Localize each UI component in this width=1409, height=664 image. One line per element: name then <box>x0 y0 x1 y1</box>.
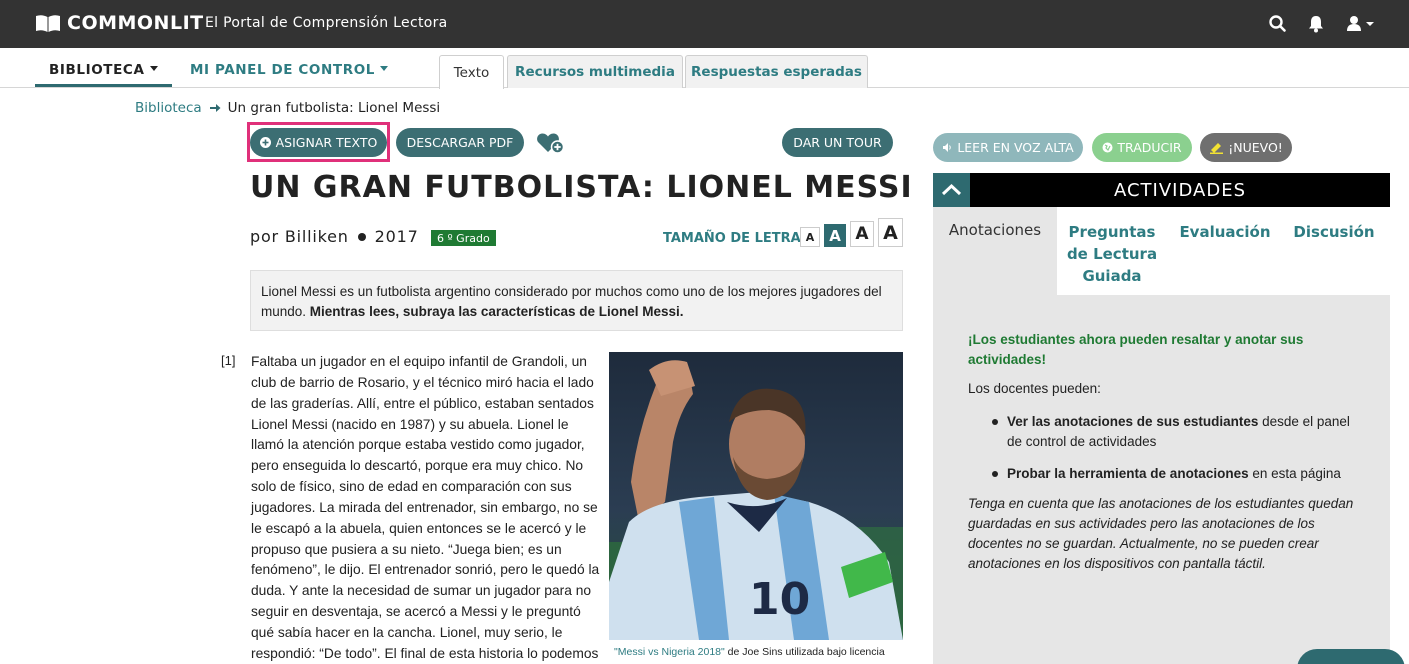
read-aloud-button[interactable]: LEER EN VOZ ALTA <box>933 133 1083 162</box>
photo-source-link[interactable]: "Messi vs Nigeria 2018" <box>614 646 725 658</box>
activities-title: ACTIVIDADES <box>1113 179 1246 201</box>
search-icon[interactable] <box>1268 14 1288 34</box>
plus-circle-icon <box>259 137 271 148</box>
list-item-bold: Probar la herramienta de anotaciones <box>1007 466 1249 481</box>
list-item-text: en esta página <box>1248 466 1341 481</box>
author-prefix: por <box>250 227 279 246</box>
translate-label: TRADUCIR <box>1117 140 1182 155</box>
download-pdf-label: DESCARGAR PDF <box>406 135 514 150</box>
nav-dashboard[interactable]: MI PANEL DE CONTROL <box>190 62 388 78</box>
nav-dashboard-label: MI PANEL DE CONTROL <box>190 62 375 78</box>
publication-year: 2017 <box>374 227 419 246</box>
commonlit-logo[interactable]: COMMONLIT <box>35 12 204 34</box>
tab-label: Recursos multimedia <box>515 64 675 80</box>
byline: por Billiken 2017 <box>250 227 419 246</box>
font-size-xlarge[interactable]: A <box>878 218 903 247</box>
collapse-toggle[interactable] <box>933 173 970 207</box>
translate-button[interactable]: TRADUCIR <box>1092 133 1192 162</box>
list-item: Probar la herramienta de anotaciones en … <box>990 464 1360 484</box>
tab-discusion[interactable]: Discusión <box>1289 221 1379 243</box>
paragraph-text[interactable]: Faltaba un jugador en el equipo infantil… <box>251 352 601 664</box>
font-size-large[interactable]: A <box>850 221 874 247</box>
arrow-right-icon <box>209 104 221 112</box>
new-feature-label: ¡NUEVO! <box>1228 140 1283 155</box>
tab-preguntas[interactable]: Preguntas de Lectura Guiada <box>1063 221 1161 287</box>
take-tour-button[interactable]: DAR UN TOUR <box>782 128 893 157</box>
messi-photo: 10 <box>609 352 903 640</box>
breadcrumb-library-link[interactable]: Biblioteca <box>135 100 202 116</box>
user-menu-icon[interactable] <box>1346 14 1376 34</box>
intro-box: Lionel Messi es un futbolista argentino … <box>250 270 903 331</box>
assign-text-button[interactable]: ASIGNAR TEXTO <box>250 128 387 157</box>
annotations-headline: ¡Los estudiantes ahora pueden resaltar y… <box>968 332 1304 367</box>
tab-label: Texto <box>453 64 490 81</box>
font-size-label: TAMAÑO DE LETRA <box>663 231 801 246</box>
bell-icon[interactable] <box>1306 14 1326 34</box>
list-item: Ver las anotaciones de sus estudiantes d… <box>990 412 1360 452</box>
new-feature-button[interactable]: ¡NUEVO! <box>1200 133 1292 162</box>
font-size-small[interactable]: A <box>800 227 820 247</box>
nav-library[interactable]: BIBLIOTECA <box>35 62 172 87</box>
tab-anotaciones[interactable]: Anotaciones <box>933 207 1057 295</box>
read-aloud-label: LEER EN VOZ ALTA <box>957 140 1074 155</box>
paragraph-number: [1] <box>221 353 236 368</box>
tab-respuestas[interactable]: Respuestas esperadas <box>685 55 868 88</box>
tab-label: Respuestas esperadas <box>691 64 862 80</box>
separator-dot <box>357 232 366 241</box>
assign-text-label: ASIGNAR TEXTO <box>275 135 378 150</box>
tab-texto[interactable]: Texto <box>439 55 504 89</box>
annotations-lead: Los docentes pueden: <box>968 381 1101 396</box>
favorite-add-icon[interactable] <box>536 131 566 155</box>
activities-tabs: Anotaciones Preguntas de Lectura Guiada … <box>933 207 1390 295</box>
tab-evaluacion[interactable]: Evaluación <box>1173 221 1277 243</box>
book-icon <box>36 15 60 32</box>
main-nav: BIBLIOTECA MI PANEL DE CONTROL Texto Rec… <box>0 48 1409 89</box>
caption-text: de Joe Sins utilizada bajo licencia <box>724 646 885 658</box>
author-name: Billiken <box>284 227 349 246</box>
breadcrumb: Biblioteca Un gran futbolista: Lionel Me… <box>135 100 440 116</box>
tab-recursos[interactable]: Recursos multimedia <box>507 55 683 88</box>
annotations-note: Tenga en cuenta que las anotaciones de l… <box>968 496 1354 571</box>
portal-tagline: El Portal de Comprensión Lectora <box>205 15 448 31</box>
annotations-list: Ver las anotaciones de sus estudiantes d… <box>990 412 1360 496</box>
globe-icon <box>1102 142 1113 153</box>
font-size-medium[interactable]: A <box>824 224 846 247</box>
help-button[interactable] <box>1297 649 1405 664</box>
list-item-bold: Ver las anotaciones de sus estudiantes <box>1007 414 1259 429</box>
nav-library-label: BIBLIOTECA <box>49 62 145 78</box>
svg-text:10: 10 <box>749 574 810 625</box>
download-pdf-button[interactable]: DESCARGAR PDF <box>396 128 524 157</box>
breadcrumb-current: Un gran futbolista: Lionel Messi <box>227 100 441 116</box>
intro-instruction: Mientras lees, subraya las característic… <box>309 304 684 319</box>
photo-caption: "Messi vs Nigeria 2018" de Joe Sins util… <box>614 646 885 658</box>
chevron-up-icon <box>941 183 962 196</box>
take-tour-label: DAR UN TOUR <box>793 135 882 150</box>
grade-badge: 6 º Grado <box>431 230 496 246</box>
chevron-down-icon <box>149 65 158 71</box>
top-bar: COMMONLIT El Portal de Comprensión Lecto… <box>0 0 1409 48</box>
speaker-icon <box>943 143 952 152</box>
highlighter-icon <box>1210 143 1224 154</box>
brand-name: COMMONLIT <box>67 12 204 34</box>
chevron-down-icon <box>379 65 388 71</box>
page-title: UN GRAN FUTBOLISTA: LIONEL MESSI <box>250 170 913 205</box>
